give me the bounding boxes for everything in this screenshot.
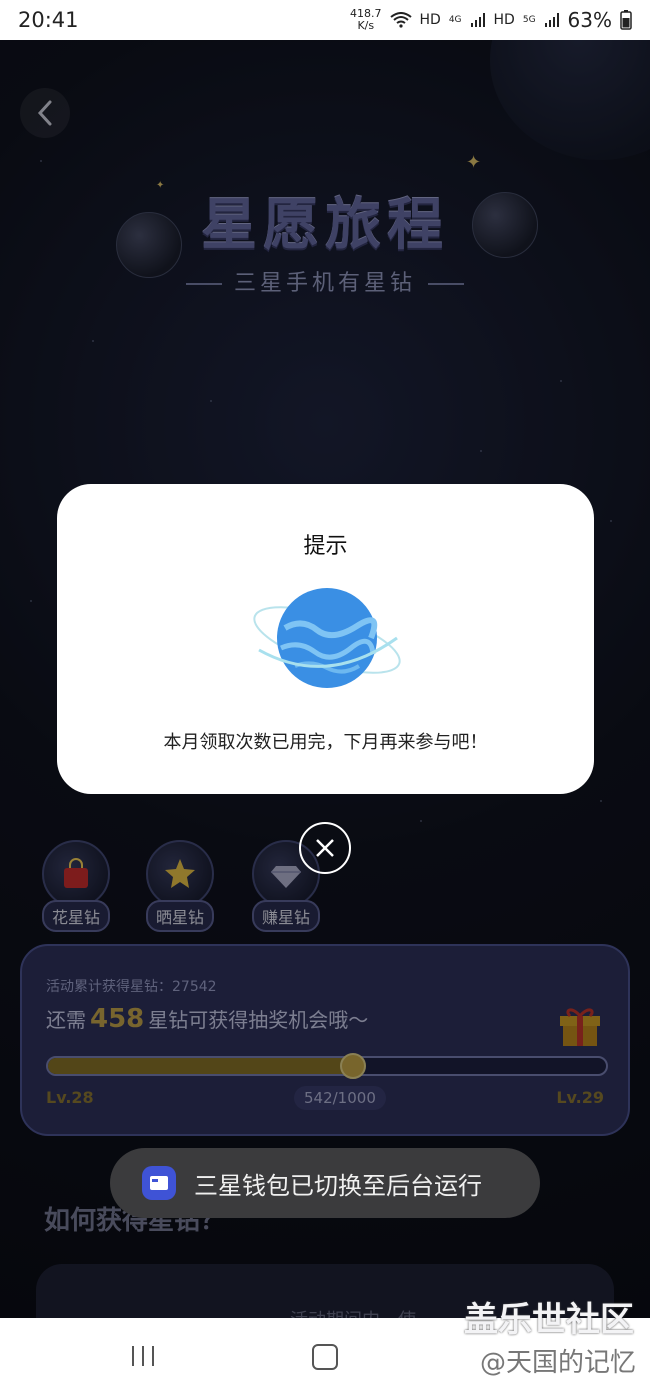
net-label-hd: HD xyxy=(419,12,441,28)
planet-icon xyxy=(253,588,401,688)
close-dialog-button[interactable] xyxy=(299,822,351,874)
net-gen-4g: 4G xyxy=(448,15,462,25)
status-bar: 20:41 418.7 K/s HD 4G HD 5G 63% xyxy=(0,0,650,40)
signal-icon-2 xyxy=(544,13,559,27)
recent-apps-button[interactable] xyxy=(130,1344,156,1368)
wallet-app-icon xyxy=(142,1166,176,1200)
status-time: 20:41 xyxy=(18,8,79,32)
watermark-user: @天国的记忆 xyxy=(479,1348,636,1378)
wifi-icon xyxy=(389,12,412,28)
home-button[interactable] xyxy=(312,1344,338,1370)
net-gen-5g: 5G xyxy=(522,15,536,25)
tip-dialog: 提示 本月领取次数已用完，下月再来参与吧！ xyxy=(57,484,594,794)
toast-notification: 三星钱包已切换至后台运行 xyxy=(110,1148,540,1218)
dialog-title: 提示 xyxy=(303,534,348,559)
toast-text: 三星钱包已切换至后台运行 xyxy=(194,1171,482,1200)
net-label-hd-2: HD xyxy=(493,12,515,28)
battery-level: 63% xyxy=(567,8,612,32)
signal-icon xyxy=(470,13,485,27)
close-icon xyxy=(316,839,334,857)
dialog-message: 本月领取次数已用完，下月再来参与吧！ xyxy=(163,732,488,753)
battery-icon xyxy=(620,10,632,30)
network-speed: 418.7 K/s xyxy=(350,7,382,32)
watermark-community: 盖乐世社区 xyxy=(464,1300,634,1340)
